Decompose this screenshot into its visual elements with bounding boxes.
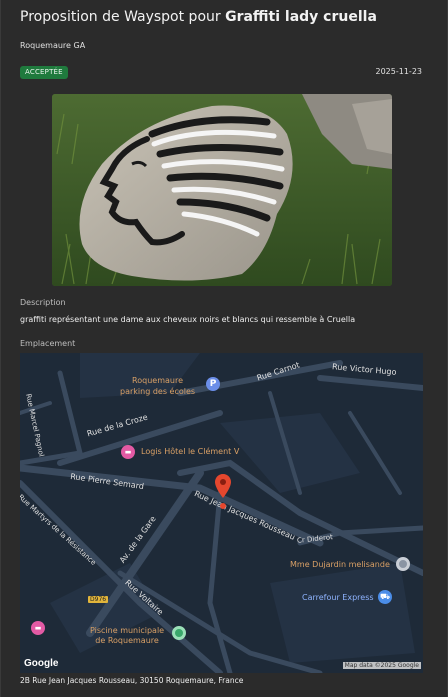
parking-icon[interactable]: P: [206, 377, 220, 391]
author-name: Roquemaure GA: [20, 41, 86, 50]
poi-label-carrefour[interactable]: Carrefour Express: [302, 593, 374, 602]
location-dot: [220, 503, 226, 509]
poi-label-dujardin[interactable]: Mme Dujardin melisande: [290, 560, 390, 569]
wayspot-name: Graffiti lady cruella: [225, 9, 377, 25]
map-attribution[interactable]: Map data ©2025 Google: [342, 662, 421, 669]
description-text: graffiti représentant une dame aux cheve…: [20, 315, 356, 324]
title-prefix: Proposition de Wayspot pour: [20, 9, 226, 25]
poi-label-hotel[interactable]: Logis Hôtel le Clément V: [141, 447, 239, 456]
pool-icon[interactable]: [172, 626, 186, 640]
wayspot-photo: [52, 94, 392, 286]
place-icon[interactable]: [396, 557, 410, 571]
hotel-icon[interactable]: ▬: [121, 445, 135, 459]
poi-label-pool[interactable]: Piscine municipale de Roquemaure: [90, 626, 164, 646]
status-badge: ACCEPTÉE: [20, 66, 68, 79]
poi-name: Roquemaure: [132, 376, 184, 385]
location-label: Emplacement: [20, 339, 76, 348]
poi-label-parking[interactable]: Roquemaure parking des écoles: [120, 375, 195, 397]
shopping-icon[interactable]: ⛟: [378, 590, 392, 604]
hotel-icon[interactable]: ▬: [31, 621, 45, 635]
poi-name: Piscine municipale: [90, 626, 165, 635]
photo-illustration: [52, 94, 392, 286]
poi-name: de Roquemaure: [95, 636, 159, 645]
location-address: 2B Rue Jean Jacques Rousseau, 30150 Roqu…: [20, 676, 244, 685]
submission-date: 2025-11-23: [375, 67, 423, 76]
google-logo: Google: [24, 658, 59, 669]
map-canvas[interactable]: [20, 353, 423, 673]
location-marker-icon[interactable]: [215, 474, 231, 498]
location-map[interactable]: Rue Carnot Rue Victor Hugo Rue Marcel Pa…: [20, 353, 423, 673]
page-title: Proposition de Wayspot pour Graffiti lad…: [20, 9, 377, 25]
road-number-badge: D976: [88, 596, 109, 603]
poi-name: parking des écoles: [120, 387, 196, 396]
description-label: Description: [20, 298, 66, 307]
